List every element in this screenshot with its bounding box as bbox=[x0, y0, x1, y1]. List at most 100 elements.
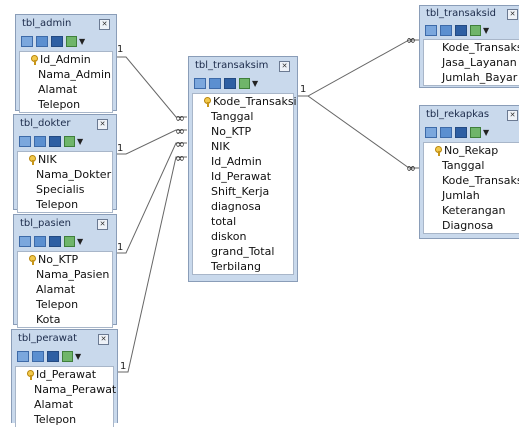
field-row[interactable]: Kode_Transaksi bbox=[424, 40, 519, 55]
relation-icon[interactable] bbox=[239, 78, 250, 89]
field-row[interactable]: Kode_Transaksi bbox=[424, 173, 519, 188]
field-row[interactable]: Telepon bbox=[16, 412, 113, 427]
relation-icon[interactable] bbox=[64, 136, 75, 147]
field-row[interactable]: diskon bbox=[193, 229, 293, 244]
field-row[interactable]: No_KTP bbox=[193, 124, 293, 139]
edit-field-icon[interactable] bbox=[440, 127, 452, 138]
field-row[interactable]: NIK bbox=[18, 152, 112, 167]
field-row[interactable]: Id_Perawat bbox=[16, 367, 113, 382]
close-icon[interactable]: ✕ bbox=[98, 334, 109, 345]
add-field-icon[interactable] bbox=[19, 236, 31, 247]
close-icon[interactable]: ✕ bbox=[507, 110, 518, 121]
field-row[interactable]: total bbox=[193, 214, 293, 229]
field-name: Kode_Transaksi bbox=[442, 174, 519, 187]
field-name: Nama_Perawat bbox=[34, 383, 117, 396]
chevron-down-icon[interactable]: ▼ bbox=[75, 351, 81, 365]
edit-field-icon[interactable] bbox=[209, 78, 221, 89]
table-tbl-transaksid[interactable]: tbl_transaksid ✕ ▼ Kode_Transaksi Jasa_L… bbox=[419, 5, 519, 88]
relation-icon[interactable] bbox=[62, 351, 73, 362]
add-field-icon[interactable] bbox=[425, 127, 437, 138]
field-row[interactable]: Alamat bbox=[16, 397, 113, 412]
grid-view-icon[interactable] bbox=[51, 36, 63, 47]
field-name: NIK bbox=[38, 153, 57, 166]
field-row[interactable]: Terbilang bbox=[193, 259, 293, 274]
field-row[interactable]: Nama_Pasien bbox=[18, 267, 112, 282]
relation-icon[interactable] bbox=[470, 25, 481, 36]
grid-view-icon[interactable] bbox=[455, 25, 467, 36]
field-row[interactable]: Tanggal bbox=[193, 109, 293, 124]
field-row[interactable]: Diagnosa bbox=[424, 218, 519, 233]
close-icon[interactable]: ✕ bbox=[507, 9, 518, 20]
edit-field-icon[interactable] bbox=[32, 351, 44, 362]
field-row[interactable]: Keterangan bbox=[424, 203, 519, 218]
field-row[interactable]: Kode_Transaksi bbox=[193, 94, 297, 109]
cardinality-dokter-many: ∞ bbox=[175, 124, 185, 138]
field-row[interactable]: Alamat bbox=[20, 82, 112, 97]
add-field-icon[interactable] bbox=[19, 136, 31, 147]
field-name: diagnosa bbox=[211, 200, 261, 213]
add-field-icon[interactable] bbox=[21, 36, 33, 47]
field-row[interactable]: NIK bbox=[193, 139, 293, 154]
grid-view-icon[interactable] bbox=[224, 78, 236, 89]
relation-icon[interactable] bbox=[470, 127, 481, 138]
field-row[interactable]: Shift_Kerja bbox=[193, 184, 293, 199]
chevron-down-icon[interactable]: ▼ bbox=[79, 36, 85, 50]
field-row[interactable]: Nama_Dokter bbox=[18, 167, 112, 182]
edit-field-icon[interactable] bbox=[34, 236, 46, 247]
grid-view-icon[interactable] bbox=[49, 136, 61, 147]
field-name: Terbilang bbox=[211, 260, 261, 273]
table-tbl-admin[interactable]: tbl_admin ✕ ▼ Id_Admin Nama_Admin Alamat… bbox=[15, 14, 117, 113]
edit-field-icon[interactable] bbox=[440, 25, 452, 36]
field-row[interactable]: Jumlah_Bayar bbox=[424, 70, 519, 85]
field-list: Id_Perawat Nama_Perawat Alamat Telepon bbox=[15, 366, 117, 427]
field-row[interactable]: Nama_Perawat bbox=[16, 382, 117, 397]
field-row[interactable]: No_Rekap bbox=[424, 143, 519, 158]
grid-view-icon[interactable] bbox=[49, 236, 61, 247]
table-tbl-perawat[interactable]: tbl_perawat ✕ ▼ Id_Perawat Nama_Perawat … bbox=[11, 329, 118, 427]
field-row[interactable]: Telepon bbox=[20, 97, 112, 112]
table-toolbar: ▼ bbox=[425, 127, 489, 141]
edit-field-icon[interactable] bbox=[34, 136, 46, 147]
close-icon[interactable]: ✕ bbox=[279, 61, 290, 72]
grid-view-icon[interactable] bbox=[47, 351, 59, 362]
field-row[interactable]: Jasa_Layanan bbox=[424, 55, 519, 70]
chevron-down-icon[interactable]: ▼ bbox=[77, 136, 83, 150]
field-row[interactable]: Id_Perawat bbox=[193, 169, 293, 184]
table-tbl-dokter[interactable]: tbl_dokter ✕ ▼ NIK Nama_Dokter Specialis… bbox=[13, 114, 117, 213]
field-row[interactable]: Kota bbox=[18, 312, 112, 327]
table-tbl-pasien[interactable]: tbl_pasien ✕ ▼ No_KTP Nama_Pasien Alamat… bbox=[13, 214, 117, 328]
table-tbl-transaksim[interactable]: tbl_transaksim ✕ ▼ Kode_Transaksi Tangga… bbox=[188, 56, 298, 282]
field-name: No_Rekap bbox=[444, 144, 499, 157]
field-row[interactable]: grand_Total bbox=[193, 244, 293, 259]
field-row[interactable]: Nama_Admin bbox=[20, 67, 112, 82]
edit-field-icon[interactable] bbox=[36, 36, 48, 47]
add-field-icon[interactable] bbox=[425, 25, 437, 36]
close-icon[interactable]: ✕ bbox=[99, 19, 110, 30]
field-row[interactable]: Telepon bbox=[18, 297, 112, 312]
field-row[interactable]: No_KTP bbox=[18, 252, 112, 267]
field-row[interactable]: Id_Admin bbox=[20, 52, 112, 67]
close-icon[interactable]: ✕ bbox=[97, 219, 108, 230]
field-row[interactable]: Telepon bbox=[18, 197, 112, 212]
field-row[interactable]: Jumlah bbox=[424, 188, 519, 203]
field-row[interactable]: Tanggal bbox=[424, 158, 519, 173]
chevron-down-icon[interactable]: ▼ bbox=[77, 236, 83, 250]
add-field-icon[interactable] bbox=[194, 78, 206, 89]
chevron-down-icon[interactable]: ▼ bbox=[483, 25, 489, 39]
field-row[interactable]: Alamat bbox=[18, 282, 112, 297]
chevron-down-icon[interactable]: ▼ bbox=[483, 127, 489, 141]
field-row[interactable]: diagnosa bbox=[193, 199, 293, 214]
table-title: tbl_transaksim bbox=[195, 60, 269, 71]
grid-view-icon[interactable] bbox=[455, 127, 467, 138]
field-list: NIK Nama_Dokter Specialis Telepon bbox=[17, 151, 113, 213]
relation-icon[interactable] bbox=[64, 236, 75, 247]
close-icon[interactable]: ✕ bbox=[97, 119, 108, 130]
relation-line-perawat bbox=[117, 156, 187, 373]
field-row[interactable]: Specialis bbox=[18, 182, 112, 197]
table-tbl-rekapkas[interactable]: tbl_rekapkas ✕ ▼ No_Rekap Tanggal Kode_T… bbox=[419, 105, 519, 239]
field-row[interactable]: Id_Admin bbox=[193, 154, 293, 169]
chevron-down-icon[interactable]: ▼ bbox=[252, 78, 258, 92]
key-icon bbox=[27, 370, 34, 380]
relation-icon[interactable] bbox=[66, 36, 77, 47]
add-field-icon[interactable] bbox=[17, 351, 29, 362]
